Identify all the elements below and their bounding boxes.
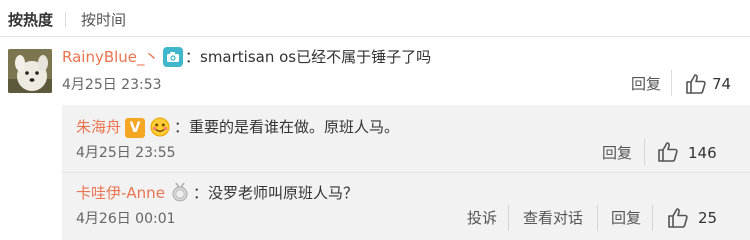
reply-2-like-count: 25	[698, 209, 718, 227]
reply-2-timestamp: 4月26日 00:01	[76, 211, 176, 227]
thumbs-up-icon[interactable]	[666, 206, 690, 230]
action-divider	[597, 205, 598, 231]
reply-2-username[interactable]: 卡哇伊-Anne	[76, 181, 165, 205]
reply-divider	[62, 172, 750, 173]
reply-2-reply-button[interactable]: 回复	[611, 207, 641, 229]
thumbs-up-icon[interactable]	[684, 72, 708, 96]
reply-1-text: ：重要的是看谁在做。原班人马。	[174, 118, 400, 136]
action-divider	[671, 70, 672, 96]
reply-2-text: ：没罗老师叫原班人马？	[193, 184, 359, 202]
report-button[interactable]: 投诉	[467, 207, 497, 229]
reply-1-username[interactable]: 朱海舟	[76, 115, 121, 139]
emoji-face-icon[interactable]	[148, 115, 172, 139]
header-divider	[0, 36, 750, 37]
camera-badge-icon[interactable]	[162, 46, 184, 68]
reply-1-reply-button[interactable]: 回复	[602, 142, 632, 164]
comment-text: ：smartisan os已经不属于锤子了吗	[185, 48, 432, 66]
action-divider	[644, 139, 645, 165]
comment-timestamp: 4月25日 23:53	[62, 77, 162, 93]
sort-divider	[65, 12, 66, 27]
avatar[interactable]	[8, 49, 52, 93]
avatar-dog-image	[8, 49, 52, 93]
comment-like-count: 74	[712, 75, 732, 93]
thumbs-up-icon[interactable]	[656, 140, 680, 164]
comment-username[interactable]: RainyBlue_	[62, 45, 145, 69]
action-divider	[508, 205, 509, 231]
verified-v-badge-icon[interactable]: V	[125, 117, 145, 138]
action-divider	[652, 205, 653, 231]
sort-by-time-tab[interactable]: 按时间	[81, 8, 126, 32]
reply-1-timestamp: 4月25日 23:55	[76, 145, 176, 161]
comment-username-suffix[interactable]: 丶	[144, 45, 159, 69]
sort-by-hot-tab[interactable]: 按热度	[8, 8, 53, 32]
comment-reply-button[interactable]: 回复	[631, 73, 661, 95]
reply-1-like-count: 146	[688, 144, 717, 162]
medal-badge-icon[interactable]	[169, 181, 191, 203]
view-dialog-button[interactable]: 查看对话	[523, 207, 583, 229]
